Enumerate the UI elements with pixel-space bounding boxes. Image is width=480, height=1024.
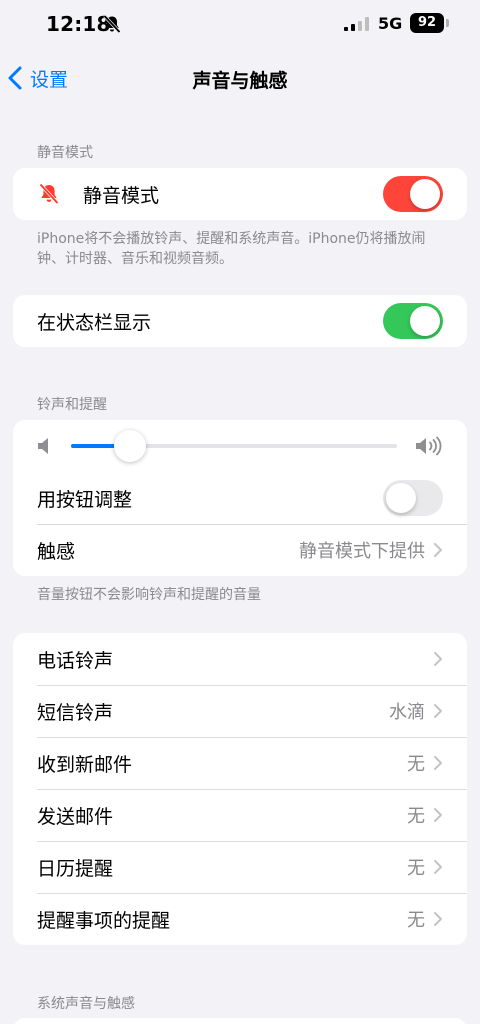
group-system-sounds: [13, 1018, 467, 1024]
row-change-with-buttons[interactable]: 用按钮调整: [13, 472, 467, 524]
section-footer-ringer: 音量按钮不会影响铃声和提醒的音量: [37, 587, 261, 603]
group-silent-mode: 静音模式: [13, 168, 467, 220]
chevron-right-icon: [434, 808, 442, 822]
slider-thumb[interactable]: [113, 430, 146, 462]
section-header-ringer: 铃声和提醒: [37, 397, 107, 413]
sound-row-value: 水滴: [389, 702, 425, 723]
status-time: 12:18: [46, 12, 111, 36]
toggle-knob: [410, 179, 440, 209]
row-sent-mail[interactable]: 发送邮件 无: [13, 789, 467, 841]
section-footer-silent: iPhone将不会播放铃声、提醒和系统声音。iPhone仍将播放闹钟、计时器、音…: [37, 231, 426, 267]
chevron-right-icon: [434, 860, 442, 874]
row-ringtone[interactable]: 电话铃声: [13, 633, 467, 685]
change-with-buttons-label: 用按钮调整: [37, 488, 133, 511]
toggle-knob: [386, 483, 416, 513]
show-in-status-bar-label: 在状态栏显示: [37, 311, 152, 334]
sound-row-value: 无: [407, 806, 425, 827]
chevron-right-icon: [434, 652, 442, 666]
section-header-silent: 静音模式: [37, 145, 93, 161]
toggle-knob: [410, 306, 440, 336]
change-with-buttons-toggle[interactable]: [383, 480, 443, 516]
row-calendar-alerts[interactable]: 日历提醒 无: [13, 841, 467, 893]
chevron-right-icon: [434, 704, 442, 718]
group-status-bar-display: 在状态栏显示: [13, 295, 467, 347]
sound-row-value: 无: [407, 910, 425, 931]
row-new-mail[interactable]: 收到新邮件 无: [13, 737, 467, 789]
row-silent-mode[interactable]: 静音模式: [13, 168, 467, 220]
group-sounds: 电话铃声 短信铃声 水滴 收到新邮件 无 发送邮件 无 日历提醒 无 提醒事项的…: [13, 633, 467, 945]
silent-mode-toggle[interactable]: [383, 176, 443, 212]
bell-slash-icon: [39, 183, 59, 205]
sound-row-label: 发送邮件: [37, 805, 114, 828]
haptics-value: 静音模式下提供: [299, 541, 425, 562]
battery-level: 92: [410, 13, 444, 33]
group-ringer: 用按钮调整 触感 静音模式下提供: [13, 420, 467, 576]
network-type: 5G: [378, 14, 403, 33]
haptics-label: 触感: [37, 540, 76, 563]
row-show-in-status-bar[interactable]: 在状态栏显示: [13, 295, 467, 347]
chevron-right-icon: [434, 912, 442, 926]
ringer-volume-slider[interactable]: [71, 430, 397, 462]
sound-row-label: 日历提醒: [37, 857, 114, 880]
sound-row-value: 无: [407, 754, 425, 775]
battery-tip: [446, 19, 449, 27]
speaker-low-icon: [38, 438, 48, 454]
sound-row-label: 电话铃声: [37, 649, 114, 672]
bell-slash-icon: [103, 14, 121, 34]
row-haptics[interactable]: 触感 静音模式下提供: [13, 524, 467, 576]
row-ringer-volume: [13, 420, 467, 472]
section-header-system: 系统声音与触感: [37, 996, 135, 1012]
status-bar: 12:18 5G 92: [0, 0, 480, 46]
chevron-right-icon: [434, 543, 442, 557]
silent-mode-label: 静音模式: [83, 184, 160, 207]
sounds-haptics-screen: 12:18 5G 92 设置 声音与触感 静音模式 静音模式 iPhone将不会…: [0, 0, 480, 1024]
sound-row-value: 无: [407, 858, 425, 879]
sound-row-label: 提醒事项的提醒: [37, 909, 171, 932]
row-text-tone[interactable]: 短信铃声 水滴: [13, 685, 467, 737]
cellular-signal-icon: [344, 17, 369, 31]
sound-row-label: 收到新邮件: [37, 753, 133, 776]
sound-row-label: 短信铃声: [37, 701, 114, 724]
show-in-status-bar-toggle[interactable]: [383, 303, 443, 339]
row-reminder-alerts[interactable]: 提醒事项的提醒 无: [13, 893, 467, 945]
chevron-right-icon: [434, 756, 442, 770]
page-title: 声音与触感: [192, 70, 288, 92]
speaker-high-icon: [416, 436, 442, 456]
